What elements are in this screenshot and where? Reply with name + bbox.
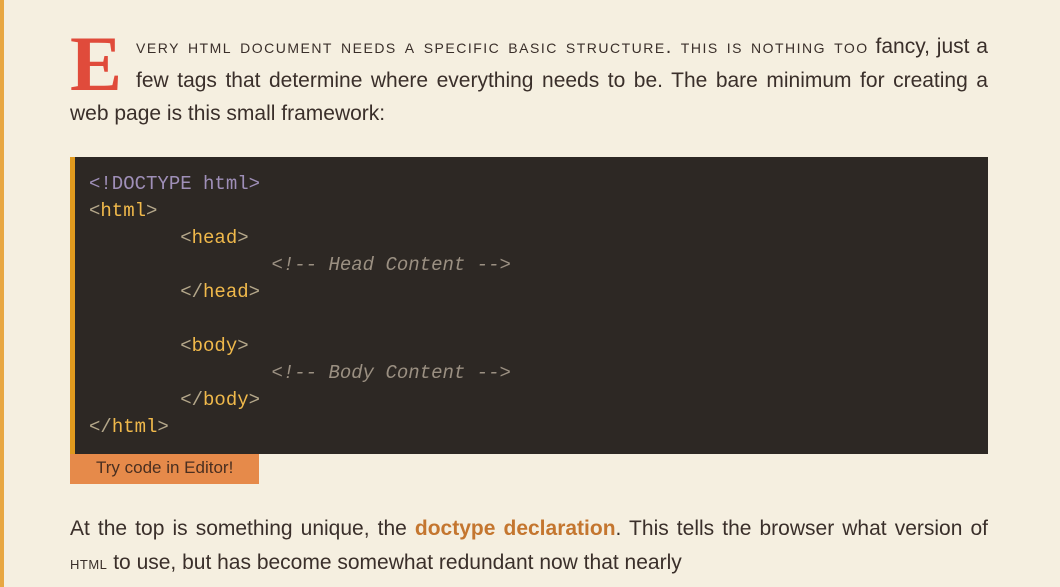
code-punc: </ — [89, 416, 112, 438]
code-tag-html-open: html — [100, 200, 146, 222]
code-tag-body-open: body — [192, 335, 238, 357]
code-punc: > — [249, 389, 260, 411]
code-comment-head: <!-- Head Content --> — [271, 254, 510, 276]
code-tag-head-open: head — [192, 227, 238, 249]
code-example-block: <!DOCTYPE html> <html> <head> <!-- Head … — [70, 157, 988, 455]
code-tag-head-close: head — [203, 281, 249, 303]
code-punc: < — [89, 200, 100, 222]
code-punc: > — [237, 227, 248, 249]
code-punc: </ — [180, 281, 203, 303]
intro-paragraph: E very html document needs a specific ba… — [70, 30, 988, 131]
para2-text-after2: to use, but has become somewhat redundan… — [107, 551, 681, 574]
para2-smallcaps-html: html — [70, 553, 107, 573]
code-punc: > — [237, 335, 248, 357]
para2-text-before: At the top is something unique, the — [70, 517, 415, 540]
code-punc: </ — [180, 389, 203, 411]
left-accent-bar — [0, 0, 4, 587]
code-tag-body-close: body — [203, 389, 249, 411]
code-doctype: <!DOCTYPE html> — [89, 173, 260, 195]
code-punc: < — [180, 335, 191, 357]
code-punc: < — [180, 227, 191, 249]
code-comment-body: <!-- Body Content --> — [271, 362, 510, 384]
drop-cap: E — [70, 34, 122, 95]
para2-text-after1: . This tells the browser what version of — [616, 517, 988, 540]
intro-smallcaps: very html document needs a specific basi… — [136, 36, 869, 58]
code-tag-html-close: html — [112, 416, 158, 438]
try-code-button[interactable]: Try code in Editor! — [70, 454, 259, 484]
followup-paragraph: At the top is something unique, the doct… — [70, 512, 988, 579]
code-punc: > — [146, 200, 157, 222]
code-punc: > — [157, 416, 168, 438]
code-punc: > — [249, 281, 260, 303]
doctype-declaration-link[interactable]: doctype declaration — [415, 517, 616, 540]
article-content: E very html document needs a specific ba… — [0, 0, 1060, 580]
